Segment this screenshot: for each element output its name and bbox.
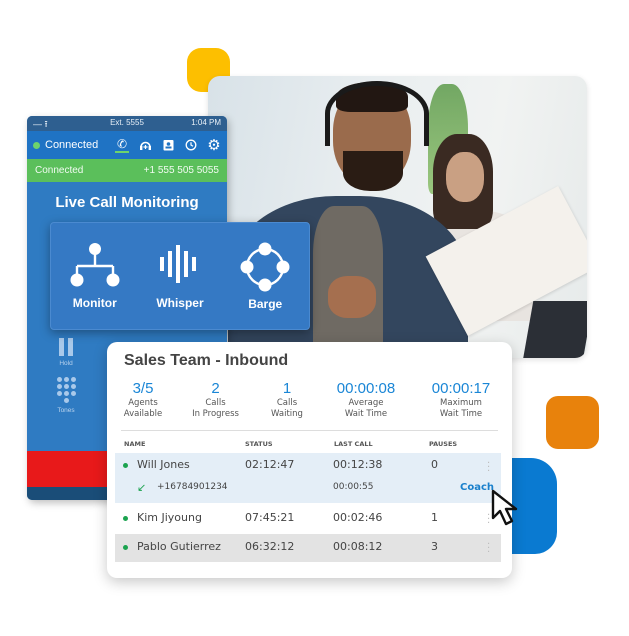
panel-heading: Live Call Monitoring <box>55 194 199 211</box>
mouse-pointer-icon <box>491 489 518 526</box>
hold-button[interactable]: Hold <box>27 338 105 367</box>
connection-bar: Connected +1 555 505 5055 <box>27 159 227 182</box>
coach-button[interactable]: Coach <box>460 482 494 493</box>
column-header-last-call[interactable]: LAST CALL <box>334 440 373 448</box>
stat-agents-available: 3/5 Agents Available <box>113 380 173 419</box>
stat-label: Calls <box>205 398 226 408</box>
headset-add-icon[interactable] <box>138 138 152 152</box>
sales-team-card: Sales Team - Inbound 3/5 Agents Availabl… <box>107 342 512 578</box>
photo-agent-beard <box>343 151 403 191</box>
headset-icon <box>325 81 429 146</box>
caller-number: +16784901234 <box>157 482 228 492</box>
decor-orange-square <box>546 396 599 449</box>
agent-last-call: 00:08:12 <box>333 540 383 553</box>
stat-maximum-wait: 00:00:17 Maximum Wait Time <box>416 380 506 419</box>
agent-status: 06:32:12 <box>245 540 295 553</box>
stat-label: Agents <box>128 398 158 408</box>
stat-label: Available <box>123 409 163 419</box>
keypad-icon <box>56 377 76 403</box>
status-bar: Connected ✆ ⚙ <box>27 131 227 159</box>
queue-title: Sales Team - Inbound <box>124 352 289 369</box>
stat-value: 3/5 <box>132 380 154 397</box>
agent-status: 07:45:21 <box>245 511 295 524</box>
clock-time: 1:04 PM <box>191 118 221 127</box>
stat-label: Calls <box>276 398 298 408</box>
table-row[interactable]: Kim Jiyoung 07:45:21 00:02:46 1 · · · <box>115 505 501 533</box>
connection-number: +1 555 505 5055 <box>143 165 219 176</box>
column-header-status[interactable]: STATUS <box>245 440 273 448</box>
stat-value: 1 <box>282 380 292 397</box>
monitoring-options-card: Monitor Whisper Barge <box>50 222 310 330</box>
soundwave-icon <box>159 245 196 283</box>
settings-gear-icon[interactable]: ⚙ <box>207 137 221 154</box>
monitor-label: Monitor <box>72 296 117 310</box>
whisper-label: Whisper <box>156 296 204 310</box>
table-row[interactable]: Pablo Gutierrez 06:32:12 00:08:12 3 · · · <box>115 534 501 562</box>
stat-label: In Progress <box>192 409 239 419</box>
stat-calls-in-progress: 2 Calls In Progress <box>173 380 258 419</box>
agent-name: Kim Jiyoung <box>137 511 202 524</box>
connection-label: Connected <box>35 165 84 176</box>
online-status-dot <box>123 545 128 550</box>
online-status-dot <box>123 463 128 468</box>
column-header-pauses[interactable]: PAUSES <box>429 440 457 448</box>
history-clock-icon[interactable] <box>184 138 198 152</box>
stat-average-wait: 00:00:08 Average Wait Time <box>316 380 416 419</box>
stat-label: Wait Time <box>344 409 388 419</box>
agent-last-call: 00:02:46 <box>333 511 383 524</box>
circle-nodes-icon <box>240 242 290 292</box>
phone-titlebar: — ⭱ Ext. 5555 1:04 PM <box>27 116 227 131</box>
barge-label: Barge <box>248 297 283 311</box>
status-label[interactable]: Connected <box>45 139 98 151</box>
agent-last-call: 00:12:38 <box>333 458 383 471</box>
online-status-dot <box>123 516 128 521</box>
agent-status: 02:12:47 <box>245 458 295 471</box>
table-row[interactable]: Will Jones 02:12:47 00:12:38 0 · · · ↙ +16… <box>115 453 501 503</box>
divider <box>121 430 498 431</box>
stat-value: 00:00:17 <box>431 380 491 397</box>
inbound-call-arrow-icon: ↙ <box>137 481 147 494</box>
column-header-name[interactable]: NAME <box>124 440 145 448</box>
status-dot-icon <box>33 141 40 149</box>
stat-label: Average <box>348 398 384 408</box>
contact-card-icon[interactable] <box>161 138 175 152</box>
more-options-icon[interactable]: · · · <box>487 540 491 558</box>
whisper-option[interactable]: Whisper <box>156 242 204 310</box>
hold-label: Hold <box>59 360 73 367</box>
barge-option[interactable]: Barge <box>239 241 291 311</box>
phone-icon[interactable]: ✆ <box>115 137 129 153</box>
tones-label: Tones <box>57 407 75 414</box>
agent-name: Will Jones <box>137 458 190 471</box>
photo-keyboard <box>522 301 587 358</box>
agent-pauses: 1 <box>431 511 438 524</box>
tones-button[interactable]: Tones <box>27 377 105 414</box>
stat-label: Maximum <box>440 398 482 408</box>
pause-icon <box>59 338 73 356</box>
stat-value: 2 <box>211 380 220 397</box>
hierarchy-icon <box>70 243 120 287</box>
more-options-icon[interactable]: · · · <box>487 459 491 477</box>
stat-label: Wait Time <box>439 409 483 419</box>
monitor-option[interactable]: Monitor <box>69 242 121 310</box>
photo-background-agent-face <box>446 152 484 202</box>
queue-stats: 3/5 Agents Available 2 Calls In Progress… <box>113 380 506 419</box>
photo-agent-hand <box>328 276 376 318</box>
stat-calls-waiting: 1 Calls Waiting <box>258 380 316 419</box>
call-duration: 00:00:55 <box>333 482 374 492</box>
stat-value: 00:00:08 <box>336 380 396 397</box>
stat-label: Waiting <box>271 409 303 419</box>
agent-pauses: 0 <box>431 458 438 471</box>
agent-pauses: 3 <box>431 540 438 553</box>
agent-name: Pablo Gutierrez <box>137 540 221 553</box>
